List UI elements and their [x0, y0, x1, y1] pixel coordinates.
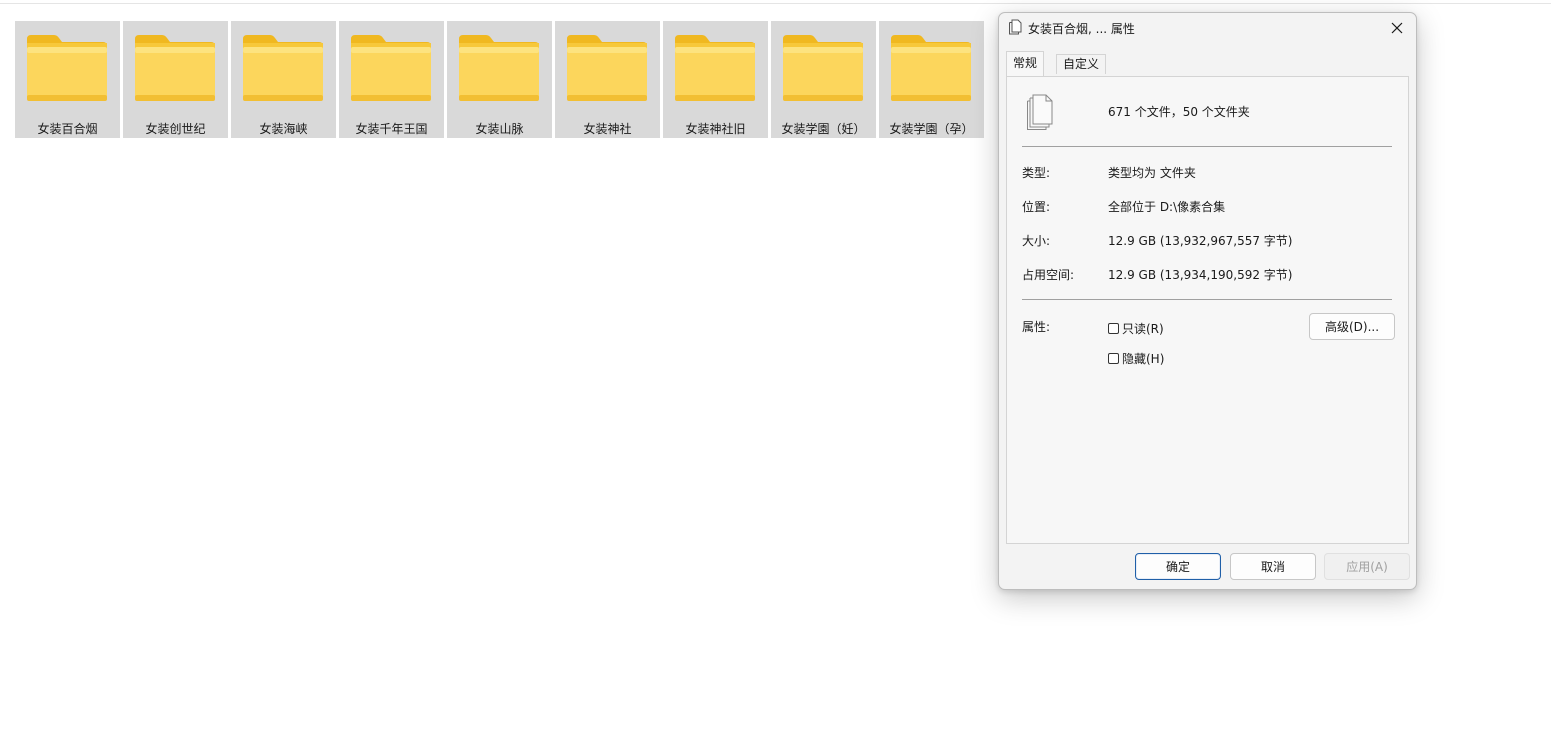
divider [1022, 299, 1392, 300]
folder-icon [459, 35, 539, 101]
folder-label: 女装神社旧 [685, 122, 746, 136]
ok-button[interactable]: 确定 [1135, 553, 1221, 580]
folder-label: 女装学園（孕） [889, 122, 974, 136]
tab-custom[interactable]: 自定义 [1056, 54, 1107, 74]
multiple-files-icon [1027, 94, 1053, 130]
hidden-checkbox[interactable] [1108, 353, 1119, 364]
folder-icon [351, 35, 431, 101]
close-icon [1391, 22, 1403, 34]
folder-grid: 女装百合烟 女装创世纪 女装海峡 女装千年王国 女装山脉 女装神社 女装神社旧 … [15, 21, 984, 138]
size-value: 12.9 GB (13,932,967,557 字节) [1108, 234, 1293, 248]
dialog-titlebar[interactable]: 女装百合烟, ... 属性 [999, 13, 1416, 43]
advanced-button[interactable]: 高级(D)... [1309, 313, 1395, 340]
folder-icon [567, 35, 647, 101]
divider [1022, 146, 1392, 147]
general-panel: 671 个文件，50 个文件夹 类型: 类型均为 文件夹 位置: 全部位于 D:… [1006, 76, 1409, 544]
disk-size-label: 占用空间: [1022, 268, 1075, 282]
type-value: 类型均为 文件夹 [1108, 166, 1196, 180]
cancel-button[interactable]: 取消 [1230, 553, 1316, 580]
folder-icon [675, 35, 755, 101]
file-count-summary: 671 个文件，50 个文件夹 [1108, 105, 1250, 119]
folder-icon [135, 35, 215, 101]
folder-item[interactable]: 女装百合烟 [15, 21, 120, 138]
folder-icon [243, 35, 323, 101]
folder-label: 女装海峡 [259, 122, 308, 136]
attributes-label: 属性: [1022, 320, 1051, 334]
location-value: 全部位于 D:\像素合集 [1108, 200, 1226, 214]
folder-item[interactable]: 女装千年王国 [339, 21, 444, 138]
hidden-label: 隐藏(H) [1122, 352, 1165, 366]
folder-label: 女装创世纪 [145, 122, 206, 136]
properties-dialog: 女装百合烟, ... 属性 常规 自定义 671 个文件，50 个文件夹 类型:… [998, 12, 1417, 590]
type-label: 类型: [1022, 166, 1051, 180]
tab-general[interactable]: 常规 [1006, 51, 1045, 76]
top-divider [0, 3, 1551, 4]
folder-item[interactable]: 女装学園（孕） [879, 21, 984, 138]
disk-size-value: 12.9 GB (13,934,190,592 字节) [1108, 268, 1293, 282]
location-label: 位置: [1022, 200, 1051, 214]
folder-item[interactable]: 女装神社 [555, 21, 660, 138]
multiple-files-icon [1009, 19, 1022, 35]
folder-item[interactable]: 女装学園（妊） [771, 21, 876, 138]
folder-label: 女装千年王国 [355, 122, 428, 136]
folder-item[interactable]: 女装海峡 [231, 21, 336, 138]
folder-label: 女装神社 [583, 122, 632, 136]
apply-button[interactable]: 应用(A) [1324, 553, 1410, 580]
folder-item[interactable]: 女装山脉 [447, 21, 552, 138]
folder-item[interactable]: 女装创世纪 [123, 21, 228, 138]
hidden-option[interactable]: 隐藏(H) [1108, 350, 1164, 367]
close-button[interactable] [1386, 18, 1408, 38]
folder-icon [27, 35, 107, 101]
readonly-checkbox[interactable] [1108, 323, 1119, 334]
folder-label: 女装百合烟 [37, 122, 98, 136]
folder-item[interactable]: 女装神社旧 [663, 21, 768, 138]
folder-label: 女装山脉 [475, 122, 524, 136]
readonly-option[interactable]: 只读(R) [1108, 320, 1164, 337]
size-label: 大小: [1022, 234, 1051, 248]
folder-label: 女装学園（妊） [781, 122, 866, 136]
dialog-title: 女装百合烟, ... 属性 [1028, 22, 1135, 36]
readonly-label: 只读(R) [1122, 322, 1164, 336]
folder-icon [891, 35, 971, 101]
folder-icon [783, 35, 863, 101]
